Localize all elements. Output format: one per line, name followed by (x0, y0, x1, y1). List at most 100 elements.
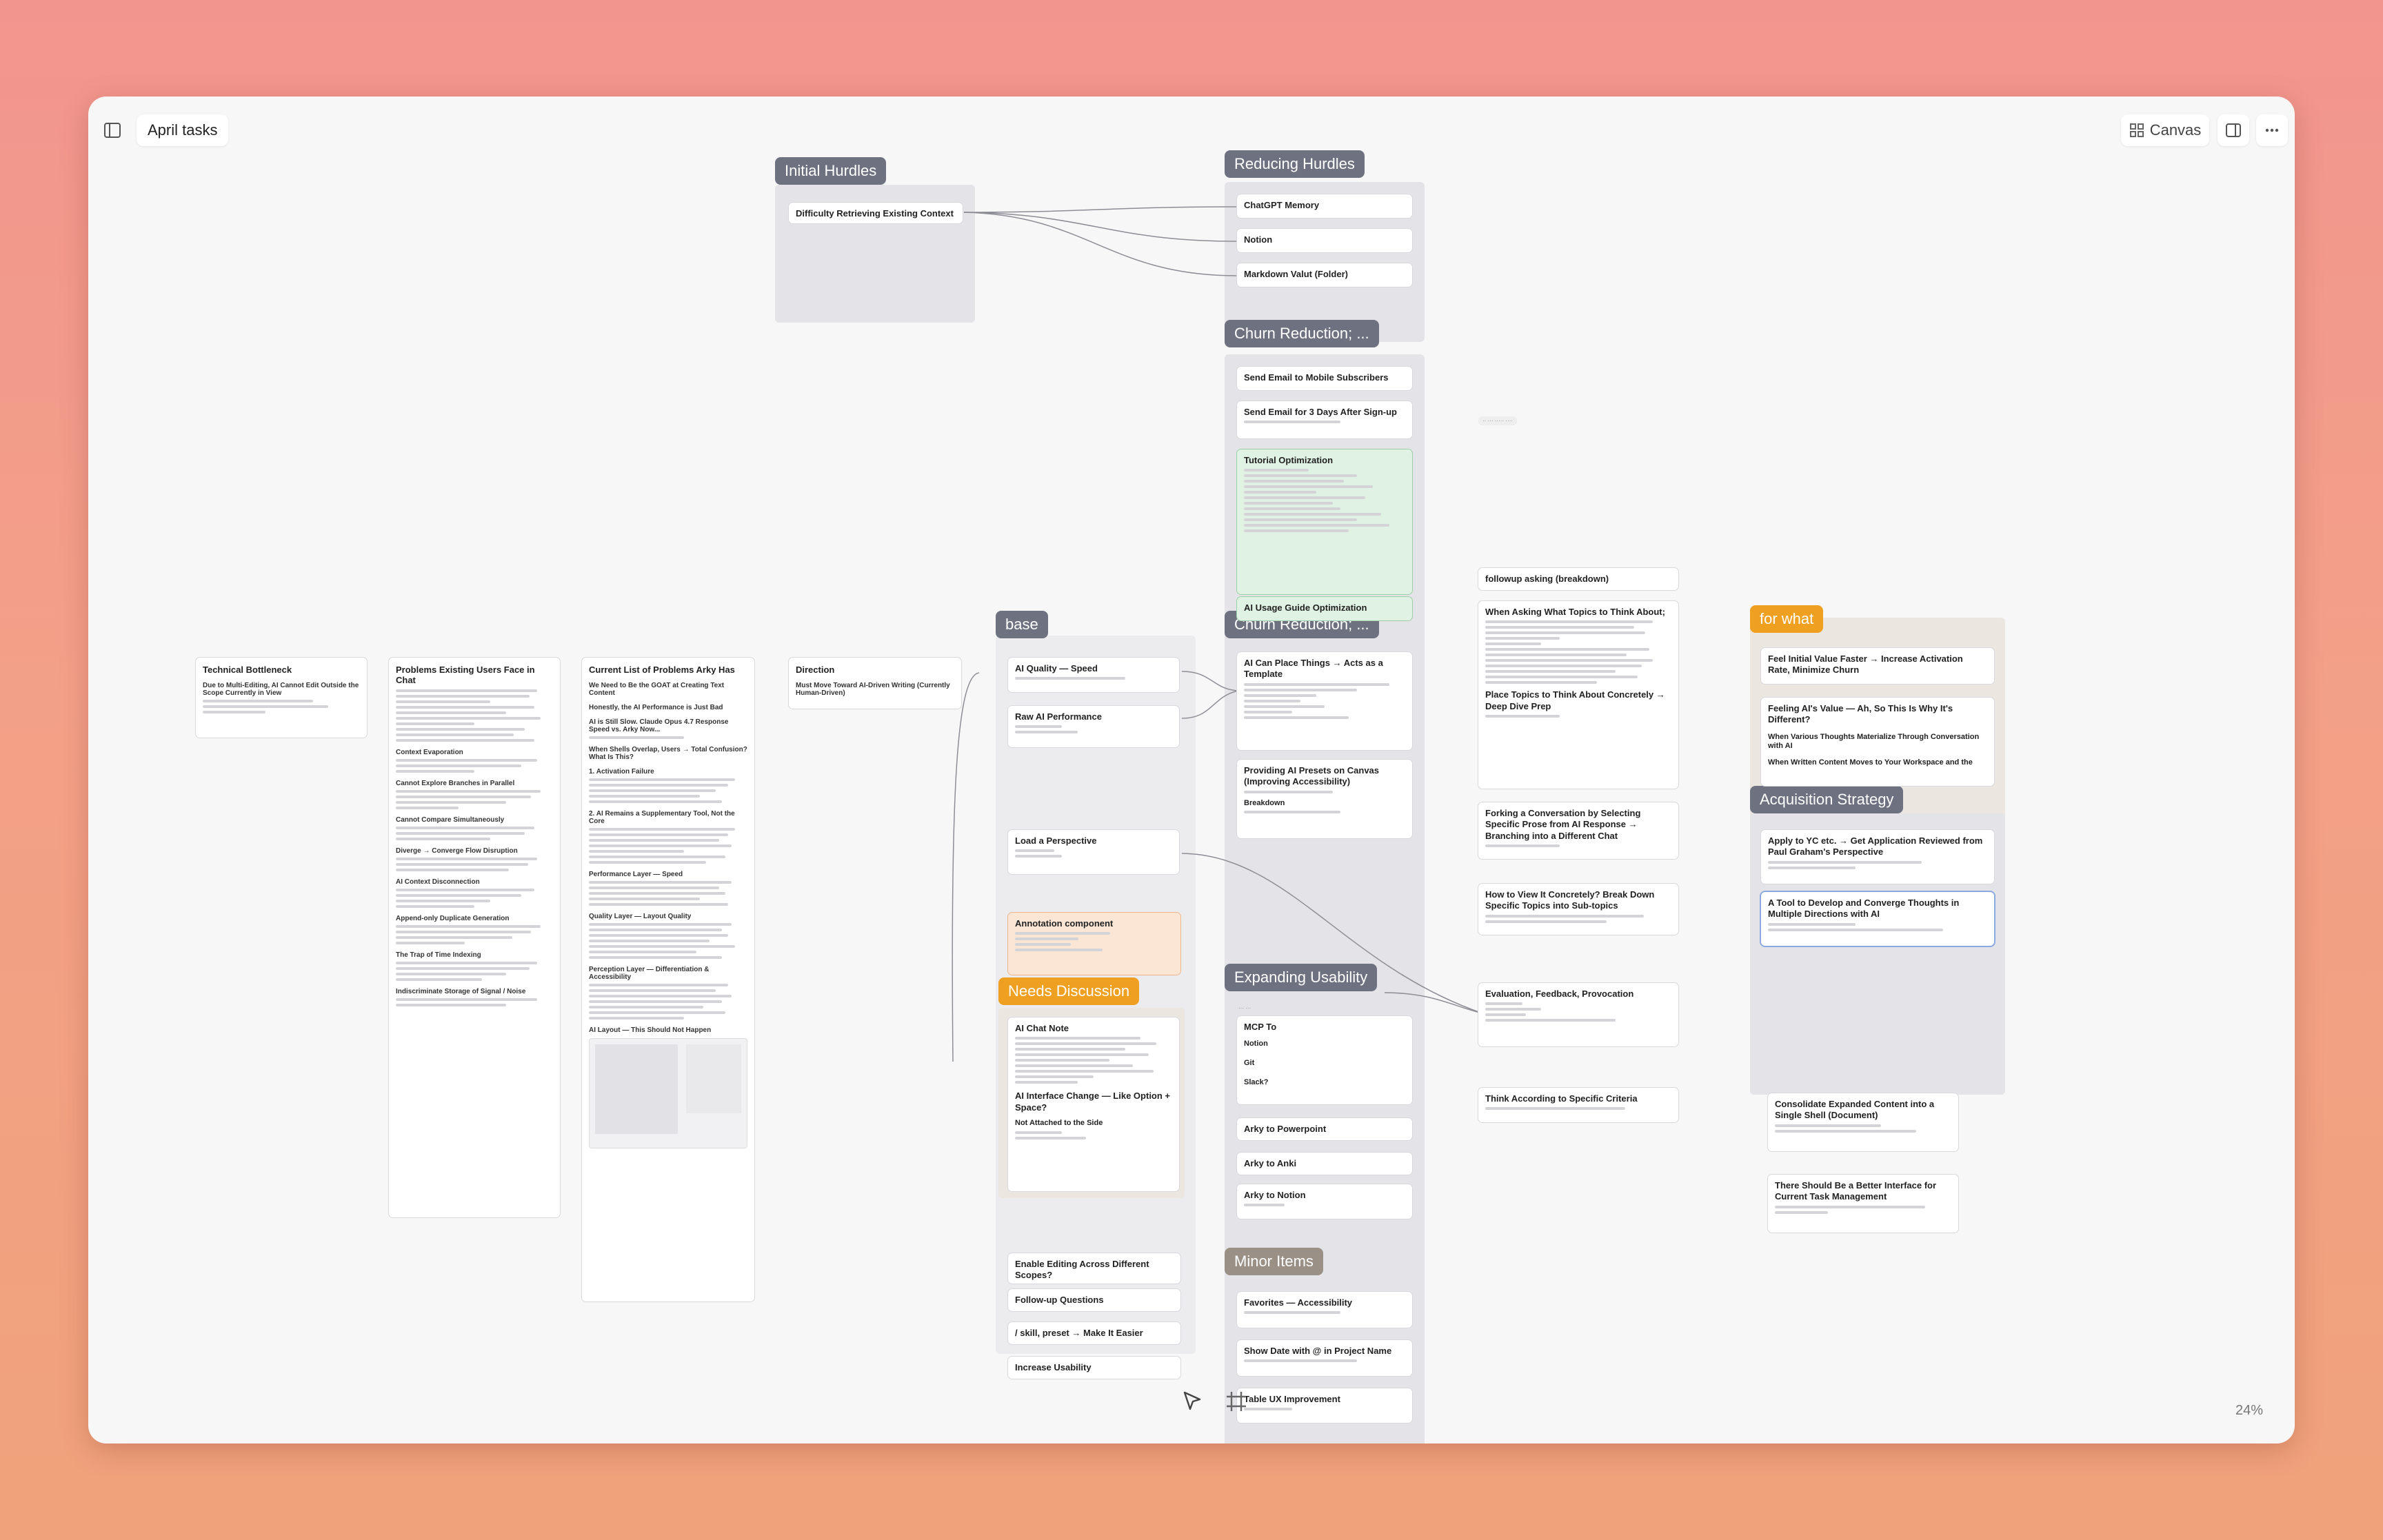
card-body-lines (1244, 1408, 1405, 1411)
card-when-asking[interactable]: When Asking What Topics to Think About; … (1478, 601, 1678, 789)
card-title: Feel Initial Value Faster → Increase Act… (1768, 654, 1963, 676)
card-apply-yc[interactable]: Apply to YC etc. → Get Application Revie… (1761, 830, 1994, 884)
label-churn-reduction-1[interactable]: Churn Reduction; ... (1225, 320, 1379, 347)
card-markdown-vault[interactable]: Markdown Valut (Folder) (1237, 263, 1412, 287)
card-difficulty[interactable]: Difficulty Retrieving Existing Context (789, 203, 963, 223)
card-tutorial-optimization[interactable]: Tutorial Optimization (1237, 449, 1412, 594)
card-title: Apply to YC etc. → Get Application Revie… (1768, 835, 1983, 858)
card-chatgpt-memory[interactable]: ChatGPT Memory (1237, 194, 1412, 218)
problem-subheading: Append-only Duplicate Generation (396, 915, 510, 922)
list-subheading: AI is Still Slow. Claude Opus 4.7 Respon… (589, 718, 729, 733)
card-body-lines (396, 925, 553, 944)
card-title: A Tool to Develop and Converge Thoughts … (1768, 898, 1960, 920)
card-load-perspective[interactable]: Load a Perspective (1008, 830, 1179, 874)
card-forking[interactable]: Forking a Conversation by Selecting Spec… (1478, 802, 1678, 859)
card-title: Feeling AI's Value — Ah, So This Is Why … (1768, 703, 1953, 725)
card-send-email-3days[interactable]: Send Email for 3 Days After Sign-up (1237, 401, 1412, 438)
label-minor-items[interactable]: Minor Items (1225, 1248, 1323, 1275)
card-body-lines (1015, 1037, 1172, 1084)
label-acquisition-strategy[interactable]: Acquisition Strategy (1750, 786, 1904, 813)
card-annotation-component[interactable]: Annotation component (1008, 913, 1180, 975)
card-increase-usability[interactable]: Increase Usability (1008, 1357, 1180, 1379)
list-subheading: Quality Layer — Layout Quality (589, 913, 692, 920)
card-body-lines (589, 828, 747, 864)
card-body-lines (1485, 844, 1671, 847)
card-subtitle: Breakdown (1244, 798, 1285, 807)
card-how-to-view[interactable]: How to View It Concretely? Break Down Sp… (1478, 884, 1678, 935)
mcp-item-slack: Slack? (1244, 1077, 1269, 1086)
card-body-lines (1768, 922, 1987, 931)
card-body-lines (1244, 469, 1405, 533)
card-feel-value[interactable]: Feel Initial Value Faster → Increase Act… (1761, 648, 1994, 684)
card-enable-editing[interactable]: Enable Editing Across Different Scopes? (1008, 1253, 1180, 1284)
label-needs-discussion[interactable]: Needs Discussion (998, 977, 1140, 1005)
card-technical-bottleneck[interactable]: Technical Bottleneck Due to Multi-Editin… (196, 658, 367, 738)
label-expanding-usability[interactable]: Expanding Usability (1225, 964, 1378, 991)
card-tool-converge[interactable]: A Tool to Develop and Converge Thoughts … (1761, 892, 1994, 946)
card-ai-quality-speed[interactable]: AI Quality — Speed (1008, 658, 1179, 692)
label-base[interactable]: base (996, 611, 1048, 638)
label-initial-hurdles[interactable]: Initial Hurdles (775, 157, 887, 185)
card-title: Arky to Powerpoint (1244, 1124, 1327, 1134)
card-title: Providing AI Presets on Canvas (Improvin… (1244, 765, 1380, 787)
card-send-email-mobile[interactable]: Send Email to Mobile Subscribers (1237, 367, 1412, 390)
list-subheading: When Shells Overlap, Users → Total Confu… (589, 746, 747, 761)
card-followup-questions[interactable]: Follow-up Questions (1008, 1289, 1180, 1311)
card-ai-presets[interactable]: Providing AI Presets on Canvas (Improvin… (1237, 760, 1412, 838)
list-subheading: Perception Layer — Differentiation & Acc… (589, 966, 710, 981)
card-body-lines (1244, 790, 1405, 793)
card-followup-asking[interactable]: followup asking (breakdown) (1478, 568, 1678, 590)
card-think-criteria[interactable]: Think According to Specific Criteria (1478, 1088, 1678, 1122)
layout-screenshot-thumbnail (589, 1038, 747, 1148)
card-direction[interactable]: Direction Must Move Toward AI-Driven Wri… (789, 658, 961, 709)
card-subtitle: When Written Content Moves to Your Works… (1768, 758, 1973, 767)
card-notion[interactable]: Notion (1237, 229, 1412, 252)
card-body-lines (1485, 620, 1671, 685)
card-table-ux[interactable]: Table UX Improvement (1237, 1388, 1412, 1423)
card-arky-powerpoint[interactable]: Arky to Powerpoint (1237, 1118, 1412, 1140)
card-title: Favorites — Accessibility (1244, 1297, 1353, 1308)
app-window: April tasks Canvas Initial Hurdles Reduc… (88, 97, 2295, 1443)
problem-subheading: Cannot Compare Simultaneously (396, 816, 505, 824)
problem-subheading: Context Evaporation (396, 749, 463, 756)
card-current-list[interactable]: Current List of Problems Arky Has We Nee… (582, 658, 754, 1301)
card-arky-anki[interactable]: Arky to Anki (1237, 1153, 1412, 1175)
card-title: Show Date with @ in Project Name (1244, 1346, 1392, 1356)
card-favorites[interactable]: Favorites — Accessibility (1237, 1292, 1412, 1328)
card-title: Problems Existing Users Face in Chat (396, 665, 535, 685)
card-title: Difficulty Retrieving Existing Context (796, 208, 954, 219)
card-subtitle: Must Move Toward AI-Driven Writing (Curr… (796, 682, 950, 697)
card-title: followup asking (breakdown) (1485, 574, 1609, 584)
label-for-what[interactable]: for what (1750, 605, 1824, 633)
card-ai-usage-guide[interactable]: AI Usage Guide Optimization (1237, 597, 1412, 620)
card-ai-chat-note[interactable]: AI Chat Note AI Interface Change — Like … (1008, 1017, 1179, 1191)
frame-icon[interactable] (1225, 1390, 1248, 1413)
card-body-lines (589, 984, 747, 1020)
card-title: / skill, preset → Make It Easier (1015, 1328, 1143, 1338)
card-arky-notion[interactable]: Arky to Notion (1237, 1184, 1412, 1219)
card-title: Arky to Anki (1244, 1158, 1297, 1168)
card-consolidate[interactable]: Consolidate Expanded Content into a Sing… (1768, 1093, 1958, 1151)
cursor-icon[interactable] (1180, 1390, 1204, 1413)
card-ai-place-things[interactable]: AI Can Place Things → Acts as a Template (1237, 652, 1412, 750)
card-show-date[interactable]: Show Date with @ in Project Name (1237, 1340, 1412, 1376)
card-mcp-to[interactable]: MCP To Notion Git Slack? (1237, 1016, 1412, 1104)
card-better-interface[interactable]: There Should Be a Better Interface for C… (1768, 1175, 1958, 1233)
card-evaluation[interactable]: Evaluation, Feedback, Provocation (1478, 983, 1678, 1046)
card-problems-chat[interactable]: Problems Existing Users Face in Chat Con… (389, 658, 560, 1217)
card-skill-preset[interactable]: / skill, preset → Make It Easier (1008, 1322, 1180, 1344)
card-title: When Asking What Topics to Think About; (1485, 607, 1665, 617)
label-reducing-hurdles[interactable]: Reducing Hurdles (1225, 150, 1365, 178)
card-title: Send Email to Mobile Subscribers (1244, 372, 1389, 383)
card-body-lines (396, 827, 553, 840)
card-subtitle: Not Attached to the Side (1015, 1118, 1103, 1127)
zoom-level[interactable]: 24% (2235, 1403, 2263, 1419)
card-title: Forking a Conversation by Selecting Spec… (1485, 808, 1641, 841)
card-feeling-ai[interactable]: Feeling AI's Value — Ah, So This Is Why … (1761, 698, 1994, 786)
list-subheading: AI Layout — This Should Not Happen (589, 1026, 712, 1034)
card-title: Table UX Improvement (1244, 1394, 1340, 1404)
card-raw-ai-performance[interactable]: Raw AI Performance (1008, 706, 1179, 747)
card-body-lines (1015, 932, 1174, 952)
card-title: Follow-up Questions (1015, 1295, 1104, 1305)
card-subtitle: AI Interface Change — Like Option + Spac… (1015, 1091, 1171, 1113)
